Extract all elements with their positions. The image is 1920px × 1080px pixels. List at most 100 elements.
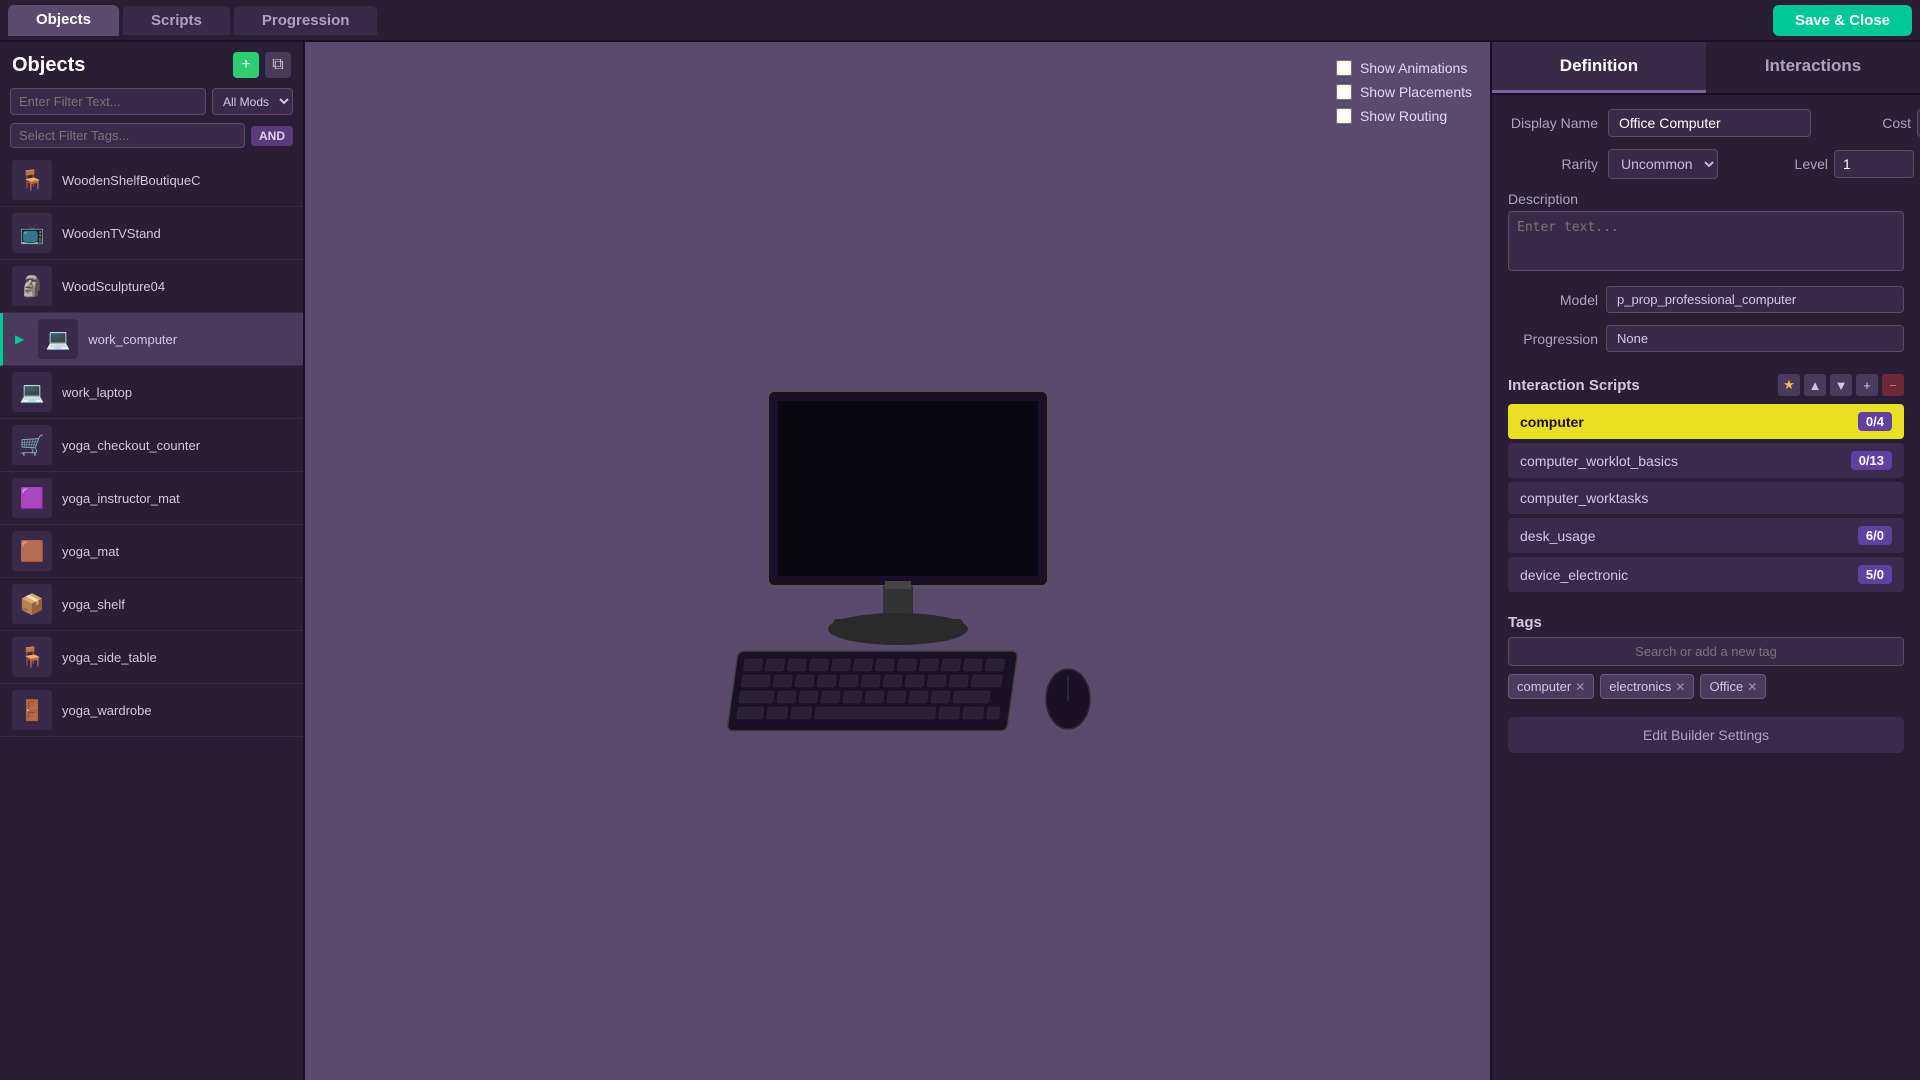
list-item-name: yoga_instructor_mat: [62, 491, 180, 506]
add-script-button[interactable]: +: [1856, 374, 1878, 396]
list-item[interactable]: 🗿 WoodSculpture04: [0, 260, 303, 313]
interaction-scripts-header: Interaction Scripts ★ ▲ ▼ + −: [1508, 366, 1904, 404]
list-item[interactable]: 💻 work_laptop: [0, 366, 303, 419]
viewport-controls: Show Animations Show Placements Show Rou…: [1336, 60, 1472, 124]
list-item-icon: 🟪: [12, 478, 52, 518]
tab-definition[interactable]: Definition: [1492, 42, 1706, 93]
script-name: computer_worklot_basics: [1520, 453, 1678, 469]
show-routing-input[interactable]: [1336, 108, 1352, 124]
definition-panel: Display Name Cost Rarity Uncommon Level: [1492, 95, 1920, 366]
tags-list: computer ✕ electronics ✕ Office ✕: [1508, 674, 1904, 699]
list-item[interactable]: 🪑 WoodenShelfBoutiqueC: [0, 154, 303, 207]
script-row[interactable]: computer_worklot_basics 0/13: [1508, 443, 1904, 478]
save-close-button[interactable]: Save & Close: [1773, 5, 1912, 36]
script-row[interactable]: computer 0/4: [1508, 404, 1904, 439]
and-badge: AND: [251, 126, 293, 146]
list-item[interactable]: ▶ 💻 work_computer: [0, 313, 303, 366]
list-item[interactable]: 🚪 yoga_wardrobe: [0, 684, 303, 737]
tab-interactions[interactable]: Interactions: [1706, 42, 1920, 93]
progression-row: Progression None: [1508, 325, 1904, 352]
scripts-list: computer 0/4 computer_worklot_basics 0/1…: [1508, 404, 1904, 592]
list-item-name: WoodenTVStand: [62, 226, 161, 241]
remove-script-button[interactable]: −: [1882, 374, 1904, 396]
script-name: computer_worktasks: [1520, 490, 1648, 506]
tags-filter-row: AND: [0, 119, 303, 152]
rarity-level-row: Rarity Uncommon Level: [1508, 149, 1904, 179]
script-row[interactable]: desk_usage 6/0: [1508, 518, 1904, 553]
list-item-icon: 💻: [12, 372, 52, 412]
script-name: desk_usage: [1520, 528, 1596, 544]
list-item-name: work_laptop: [62, 385, 132, 400]
list-item[interactable]: 🛒 yoga_checkout_counter: [0, 419, 303, 472]
script-badge: 0/4: [1858, 412, 1892, 431]
tag-name: electronics: [1609, 679, 1671, 694]
viewport: Show Animations Show Placements Show Rou…: [305, 42, 1490, 1080]
tag-close-button[interactable]: ✕: [1575, 680, 1585, 694]
main-layout: Objects + ⧉ All Mods AND 🪑 WoodenShelfBo…: [0, 42, 1920, 1080]
script-row[interactable]: device_electronic 5/0: [1508, 557, 1904, 592]
display-name-label: Display Name: [1508, 115, 1598, 131]
list-item[interactable]: 📺 WoodenTVStand: [0, 207, 303, 260]
show-routing-checkbox[interactable]: Show Routing: [1336, 108, 1472, 124]
show-animations-input[interactable]: [1336, 60, 1352, 76]
level-item: Level: [1738, 150, 1914, 178]
list-item-name: yoga_shelf: [62, 597, 125, 612]
tab-scripts[interactable]: Scripts: [123, 6, 230, 35]
tags-search-input[interactable]: [1508, 637, 1904, 666]
script-row[interactable]: computer_worktasks: [1508, 482, 1904, 514]
model-row: Model p_prop_professional_computer: [1508, 286, 1904, 313]
level-input[interactable]: [1834, 150, 1914, 178]
section-tools: ★ ▲ ▼ + −: [1778, 374, 1904, 396]
sidebar-icons: + ⧉: [233, 52, 291, 78]
star-tool-button[interactable]: ★: [1778, 374, 1800, 396]
show-placements-input[interactable]: [1336, 84, 1352, 100]
cost-label: Cost: [1821, 115, 1911, 131]
add-object-button[interactable]: +: [233, 52, 259, 78]
rarity-select[interactable]: Uncommon: [1608, 149, 1718, 179]
down-tool-button[interactable]: ▼: [1830, 374, 1852, 396]
description-label: Description: [1508, 191, 1904, 207]
tag-chip: electronics ✕: [1600, 674, 1694, 699]
sidebar: Objects + ⧉ All Mods AND 🪑 WoodenShelfBo…: [0, 42, 305, 1080]
model-value: p_prop_professional_computer: [1606, 286, 1904, 313]
copy-object-button[interactable]: ⧉: [265, 52, 291, 78]
list-item-icon: 🗿: [12, 266, 52, 306]
list-item-name: yoga_checkout_counter: [62, 438, 200, 453]
list-item[interactable]: 🟪 yoga_instructor_mat: [0, 472, 303, 525]
display-name-input[interactable]: [1608, 109, 1811, 137]
tag-name: Office: [1709, 679, 1743, 694]
level-label: Level: [1738, 156, 1828, 172]
right-panel: Definition Interactions Display Name Cos…: [1490, 42, 1920, 1080]
list-item-icon: 🪑: [12, 637, 52, 677]
tab-objects[interactable]: Objects: [8, 5, 119, 36]
show-placements-checkbox[interactable]: Show Placements: [1336, 84, 1472, 100]
list-item-arrow: ▶: [15, 332, 24, 346]
list-item-name: yoga_side_table: [62, 650, 157, 665]
list-item[interactable]: 📦 yoga_shelf: [0, 578, 303, 631]
mods-select[interactable]: All Mods: [212, 88, 293, 115]
tag-close-button[interactable]: ✕: [1675, 680, 1685, 694]
show-animations-checkbox[interactable]: Show Animations: [1336, 60, 1472, 76]
filter-input[interactable]: [10, 88, 206, 115]
tags-filter-input[interactable]: [10, 123, 245, 148]
list-item-name: yoga_mat: [62, 544, 119, 559]
list-item-name: WoodenShelfBoutiqueC: [62, 173, 201, 188]
script-name: device_electronic: [1520, 567, 1628, 583]
list-item-icon: 💻: [38, 319, 78, 359]
script-badge: 5/0: [1858, 565, 1892, 584]
list-item[interactable]: 🪑 yoga_side_table: [0, 631, 303, 684]
interaction-scripts-section: Interaction Scripts ★ ▲ ▼ + − computer 0…: [1492, 366, 1920, 606]
tag-close-button[interactable]: ✕: [1747, 680, 1757, 694]
model-label: Model: [1508, 292, 1598, 308]
edit-builder-button[interactable]: Edit Builder Settings: [1508, 717, 1904, 753]
list-item-icon: 🚪: [12, 690, 52, 730]
script-badge: 6/0: [1858, 526, 1892, 545]
cost-item: Cost: [1821, 109, 1920, 137]
panel-tabs: Definition Interactions: [1492, 42, 1920, 95]
description-textarea[interactable]: [1508, 211, 1904, 271]
cost-level-group: Cost: [1821, 109, 1920, 137]
tab-progression[interactable]: Progression: [234, 6, 378, 35]
up-tool-button[interactable]: ▲: [1804, 374, 1826, 396]
show-placements-label: Show Placements: [1360, 84, 1472, 100]
list-item[interactable]: 🟫 yoga_mat: [0, 525, 303, 578]
